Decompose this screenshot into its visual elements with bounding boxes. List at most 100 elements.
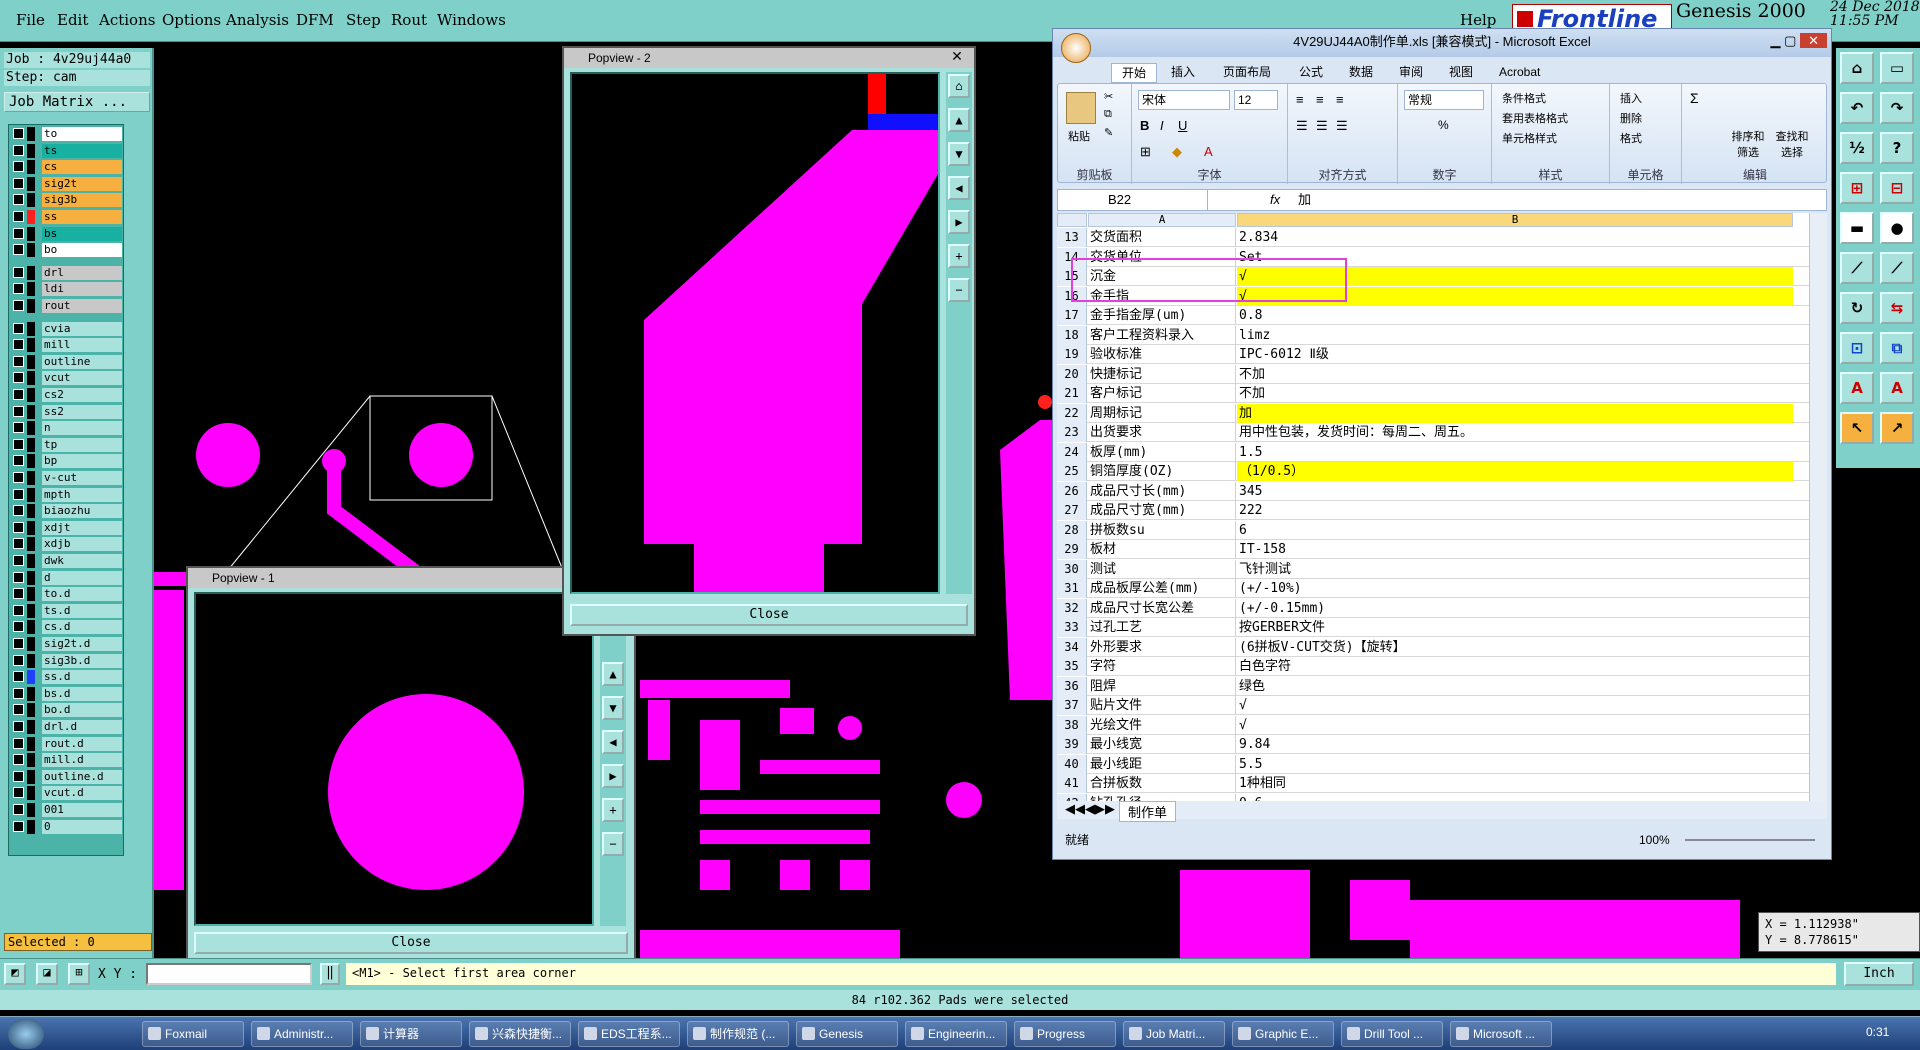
layer-row[interactable]: ss2: [11, 404, 123, 419]
layer-checkbox[interactable]: [13, 283, 24, 295]
cell-a[interactable]: 字符: [1088, 657, 1236, 676]
layer-row[interactable]: sig2t: [11, 176, 123, 191]
align-right-icon[interactable]: ☰: [1336, 118, 1348, 134]
layer-checkbox[interactable]: [13, 438, 24, 450]
row-number[interactable]: 22: [1057, 403, 1087, 423]
layer-row[interactable]: xdjt: [11, 520, 123, 535]
insert-cells-button[interactable]: 插入: [1620, 90, 1642, 106]
text-b-icon[interactable]: A: [1880, 372, 1914, 404]
name-box[interactable]: B22: [1058, 190, 1208, 210]
layer-row[interactable]: bo: [11, 243, 123, 258]
spreadsheet-grid[interactable]: A B 13 交货面积 2.834 14 交货单位 Set 15 沉金 √ 16 金手指 √ 17 金手指…: [1057, 213, 1809, 801]
tab-page-layout[interactable]: 页面布局: [1223, 63, 1271, 81]
layer-checkbox[interactable]: [13, 372, 24, 384]
layer-row[interactable]: sig3b: [11, 193, 123, 208]
row-number[interactable]: 33: [1057, 618, 1087, 637]
grid-toggle-icon[interactable]: ⊞: [68, 963, 90, 985]
layer-checkbox[interactable]: [13, 521, 24, 533]
delete-cells-button[interactable]: 删除: [1620, 110, 1642, 126]
pad-icon[interactable]: ●: [1880, 212, 1914, 244]
copy-icon[interactable]: ⧉: [1880, 332, 1914, 364]
cell-a[interactable]: 交货面积: [1088, 228, 1236, 247]
layer-row[interactable]: outline: [11, 354, 123, 369]
cell-b[interactable]: 1种相同: [1237, 774, 1793, 793]
cell-a[interactable]: 铜箔厚度(OZ): [1088, 462, 1236, 481]
row-number[interactable]: 28: [1057, 520, 1087, 540]
layer-row[interactable]: 0: [11, 819, 123, 834]
layer-row[interactable]: bs.d: [11, 686, 123, 701]
pan-down-icon[interactable]: ▼: [602, 696, 624, 720]
menu-file[interactable]: File: [16, 11, 45, 29]
row-number[interactable]: 13: [1057, 228, 1087, 247]
layer-checkbox[interactable]: [13, 405, 24, 417]
undo-icon[interactable]: ↶: [1840, 92, 1874, 124]
layer-row[interactable]: n: [11, 421, 123, 436]
popview-1-close-button[interactable]: Close: [194, 932, 628, 954]
row-number[interactable]: 41: [1057, 774, 1087, 793]
menu-analysis[interactable]: Analysis: [226, 11, 289, 29]
layer-checkbox[interactable]: [13, 687, 24, 699]
cell-a[interactable]: 成品尺寸长(mm): [1088, 481, 1236, 501]
layer-row[interactable]: cs: [11, 160, 123, 175]
job-matrix-button[interactable]: Job Matrix ...: [4, 92, 150, 112]
layer-checkbox[interactable]: [13, 638, 24, 649]
layer-checkbox[interactable]: [13, 721, 24, 732]
layer-row[interactable]: sig3b.d: [11, 653, 123, 668]
layer-row[interactable]: tp: [11, 437, 123, 452]
cell-b[interactable]: (6拼板V-CUT交货)【旋转】: [1237, 638, 1793, 657]
layer-checkbox[interactable]: [13, 422, 24, 434]
layer-checkbox[interactable]: [13, 128, 24, 139]
layer-checkbox[interactable]: [13, 339, 24, 351]
taskbar-button[interactable]: Administr...: [251, 1021, 353, 1047]
taskbar-button[interactable]: 计算器: [360, 1021, 462, 1047]
format-cells-button[interactable]: 格式: [1620, 130, 1642, 146]
underline-icon[interactable]: U: [1178, 118, 1187, 133]
layer-checkbox[interactable]: [13, 266, 24, 278]
layer-row[interactable]: cs.d: [11, 620, 123, 635]
row-number[interactable]: 17: [1057, 306, 1087, 325]
layer-row[interactable]: ss.d: [11, 670, 123, 685]
font-size-select[interactable]: 12: [1234, 90, 1278, 110]
tool-b-icon[interactable]: ◪: [36, 963, 58, 985]
layer-row[interactable]: mpth: [11, 487, 123, 502]
cell-b[interactable]: 不加: [1237, 384, 1793, 403]
row-number[interactable]: 29: [1057, 540, 1087, 559]
layer-row[interactable]: ts.d: [11, 603, 123, 618]
layer-row[interactable]: drl.d: [11, 720, 123, 734]
menu-windows[interactable]: Windows: [437, 11, 506, 29]
layer-checkbox[interactable]: [13, 355, 24, 367]
cell-a[interactable]: 阻焊: [1088, 676, 1236, 696]
layer-row[interactable]: v-cut: [11, 471, 123, 485]
layer-checkbox[interactable]: [13, 754, 24, 766]
taskbar-button[interactable]: Graphic E...: [1232, 1021, 1334, 1047]
cell-b[interactable]: √: [1237, 716, 1793, 735]
row-number[interactable]: 27: [1057, 501, 1087, 520]
layer-checkbox[interactable]: [13, 555, 24, 566]
cell-b[interactable]: 绿色: [1237, 677, 1793, 696]
cell-a[interactable]: 最小线距: [1088, 754, 1236, 774]
font-color-icon[interactable]: A: [1204, 144, 1213, 159]
sheet-tab[interactable]: 制作单: [1119, 801, 1177, 822]
cell-a[interactable]: 成品尺寸长宽公差: [1088, 598, 1236, 618]
text-a-icon[interactable]: A: [1840, 372, 1874, 404]
taskbar-button[interactable]: Drill Tool ...: [1341, 1021, 1443, 1047]
layer-row[interactable]: outline.d: [11, 769, 123, 784]
align-left-icon[interactable]: ☰: [1296, 118, 1308, 134]
row-number[interactable]: 38: [1057, 715, 1087, 735]
pan-up-icon[interactable]: ▲: [602, 662, 624, 686]
layer-row[interactable]: xdjb: [11, 537, 123, 552]
formula-input[interactable]: 加: [1298, 190, 1311, 210]
layer-checkbox[interactable]: [13, 389, 24, 400]
layer-row[interactable]: mill.d: [11, 753, 123, 768]
layer-row[interactable]: cvia: [11, 321, 123, 336]
row-number[interactable]: 39: [1057, 735, 1087, 754]
row-number[interactable]: 19: [1057, 345, 1087, 364]
cell-b[interactable]: 飞针测试: [1237, 560, 1793, 579]
flip-icon[interactable]: ⇆: [1880, 292, 1914, 324]
maximize-icon[interactable]: ▢: [1784, 33, 1796, 48]
sort-filter-button[interactable]: 排序和筛选: [1728, 128, 1768, 160]
row-number[interactable]: 30: [1057, 559, 1087, 579]
query-icon[interactable]: ?: [1880, 132, 1914, 164]
cell-a[interactable]: 外形要求: [1088, 637, 1236, 657]
paste-icon[interactable]: [1066, 92, 1096, 124]
